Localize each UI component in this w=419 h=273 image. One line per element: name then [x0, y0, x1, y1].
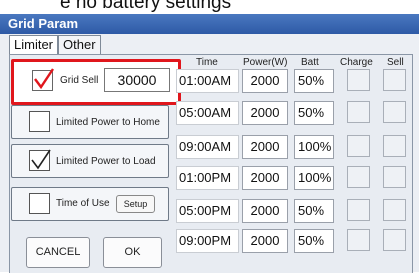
tab-other[interactable]: Other [58, 35, 101, 55]
sell-toggle[interactable] [383, 69, 406, 91]
cancel-button[interactable]: CANCEL [26, 237, 90, 268]
charge-toggle[interactable] [347, 69, 370, 91]
batt-cell[interactable]: 50% [294, 69, 334, 93]
tab-limiter[interactable]: Limiter [9, 35, 59, 55]
ok-button[interactable]: OK [103, 237, 162, 268]
charge-toggle[interactable] [347, 199, 370, 221]
checkmark-icon [31, 149, 51, 170]
batt-cell[interactable]: 100% [294, 135, 334, 159]
sell-toggle[interactable] [383, 135, 406, 157]
power-cell[interactable]: 2000 [242, 166, 288, 190]
time-of-use-label: Time of Use [56, 198, 110, 209]
page-heading-text: e no battery settings [60, 0, 232, 13]
time-cell[interactable]: 01:00AM [176, 69, 239, 93]
charge-toggle[interactable] [347, 101, 370, 123]
power-cell[interactable]: 2000 [242, 229, 288, 253]
col-header-charge: Charge [340, 57, 373, 68]
power-cell[interactable]: 2000 [242, 101, 288, 125]
batt-cell[interactable]: 50% [294, 199, 334, 223]
window-title: Grid Param [8, 16, 79, 31]
batt-cell[interactable]: 50% [294, 101, 334, 125]
charge-toggle[interactable] [347, 166, 370, 188]
power-cell[interactable]: 2000 [242, 135, 288, 159]
grid-sell-input[interactable]: 30000 [104, 68, 170, 92]
sell-toggle[interactable] [383, 166, 406, 188]
window-title-bar: Grid Param [0, 14, 419, 34]
charge-toggle[interactable] [347, 229, 370, 251]
col-header-time: Time [196, 57, 218, 68]
time-cell[interactable]: 01:00PM [176, 166, 239, 190]
limited-power-load-label: Limited Power to Load [56, 156, 156, 167]
col-header-power: Power(W) [243, 57, 288, 68]
time-cell[interactable]: 05:00AM [176, 101, 239, 125]
limited-power-home-label: Limited Power to Home [56, 117, 160, 128]
time-cell[interactable]: 09:00AM [176, 135, 239, 159]
batt-cell[interactable]: 100% [294, 166, 334, 190]
batt-cell[interactable]: 50% [294, 229, 334, 253]
grid-sell-checkbox[interactable] [32, 68, 54, 91]
power-cell[interactable]: 2000 [242, 69, 288, 93]
sell-toggle[interactable] [383, 229, 406, 251]
time-of-use-checkbox[interactable] [29, 193, 50, 214]
tab-bar: Limiter Other [9, 35, 101, 55]
power-cell[interactable]: 2000 [242, 199, 288, 223]
col-header-sell: Sell [387, 57, 404, 68]
time-cell[interactable]: 09:00PM [176, 229, 239, 253]
sell-toggle[interactable] [383, 101, 406, 123]
time-cell[interactable]: 05:00PM [176, 199, 239, 223]
sell-toggle[interactable] [383, 199, 406, 221]
limited-power-home-checkbox[interactable] [29, 111, 50, 132]
limited-power-load-checkbox[interactable] [29, 149, 51, 171]
grid-sell-label: Grid Sell [60, 75, 99, 86]
checkmark-icon [34, 68, 54, 90]
setup-button[interactable]: Setup [116, 195, 155, 213]
col-header-batt: Batt [301, 57, 319, 68]
charge-toggle[interactable] [347, 135, 370, 157]
